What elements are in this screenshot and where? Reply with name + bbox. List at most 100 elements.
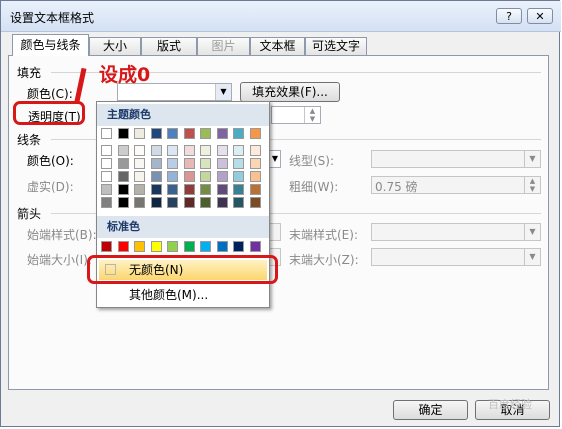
help-button[interactable]: ? xyxy=(496,8,522,24)
theme-color-swatch[interactable] xyxy=(216,184,228,195)
theme-color-swatch[interactable] xyxy=(167,128,178,139)
theme-color-swatch[interactable] xyxy=(150,158,162,169)
theme-color-swatch[interactable] xyxy=(200,184,211,195)
theme-color-swatch[interactable] xyxy=(117,158,129,169)
tab-colors-lines[interactable]: 颜色与线条 xyxy=(12,34,89,56)
theme-color-swatch[interactable] xyxy=(134,197,145,208)
theme-color-swatch[interactable] xyxy=(183,197,195,208)
theme-color-swatch[interactable] xyxy=(249,128,261,139)
theme-color-swatch[interactable] xyxy=(117,197,129,208)
theme-color-swatch[interactable] xyxy=(200,158,211,169)
theme-color-swatch[interactable] xyxy=(117,128,129,139)
theme-color-swatch[interactable] xyxy=(183,145,195,156)
theme-color-swatch[interactable] xyxy=(117,145,129,156)
theme-color-swatch[interactable] xyxy=(233,171,244,182)
theme-color-swatch[interactable] xyxy=(134,128,145,139)
theme-color-swatch[interactable] xyxy=(167,197,178,208)
line-color-dropdown-icon[interactable]: ▼ xyxy=(270,151,280,167)
theme-colors-header: 主题颜色 xyxy=(97,104,269,126)
standard-color-swatch[interactable] xyxy=(200,241,211,252)
theme-color-swatch[interactable] xyxy=(249,145,261,156)
fill-effects-button[interactable]: 填充效果(F)... xyxy=(240,82,340,102)
theme-color-swatch[interactable] xyxy=(167,158,178,169)
theme-color-swatch[interactable] xyxy=(167,145,178,156)
theme-color-swatch[interactable] xyxy=(200,128,211,139)
theme-color-swatch[interactable] xyxy=(134,171,145,182)
theme-color-swatch[interactable] xyxy=(216,158,228,169)
tab-layout[interactable]: 版式 xyxy=(141,37,197,55)
theme-color-swatch[interactable] xyxy=(249,158,261,169)
more-colors-label: 其他颜色(M)... xyxy=(129,288,209,302)
standard-color-swatch[interactable] xyxy=(150,241,162,252)
theme-color-swatch[interactable] xyxy=(200,171,211,182)
theme-color-swatch[interactable] xyxy=(233,197,244,208)
theme-color-swatch[interactable] xyxy=(183,158,195,169)
theme-color-swatch[interactable] xyxy=(101,171,112,182)
transparency-spin-icon[interactable]: ▲ ▼ xyxy=(304,107,320,123)
theme-color-swatch[interactable] xyxy=(249,197,261,208)
theme-color-swatch[interactable] xyxy=(249,171,261,182)
transparency-field[interactable]: ▲ ▼ xyxy=(271,106,321,124)
theme-color-swatch[interactable] xyxy=(101,145,112,156)
theme-color-swatch[interactable] xyxy=(216,128,228,139)
theme-color-swatch[interactable] xyxy=(233,128,244,139)
standard-color-swatch[interactable] xyxy=(216,241,228,252)
theme-color-swatch[interactable] xyxy=(150,128,162,139)
standard-color-swatch[interactable] xyxy=(167,241,178,252)
end-size-dropdown-icon: ▼ xyxy=(524,249,540,265)
standard-color-swatch[interactable] xyxy=(134,241,145,252)
theme-color-swatch[interactable] xyxy=(134,184,145,195)
theme-color-swatch[interactable] xyxy=(101,184,112,195)
standard-color-swatch[interactable] xyxy=(101,241,112,252)
theme-color-swatch[interactable] xyxy=(216,197,228,208)
theme-color-swatch[interactable] xyxy=(216,171,228,182)
theme-color-swatch[interactable] xyxy=(134,158,145,169)
watermark-text: 百度经验 xyxy=(488,398,532,411)
begin-size-label: 始端大小(I): xyxy=(27,253,92,267)
theme-color-swatch[interactable] xyxy=(117,184,129,195)
theme-color-swatch[interactable] xyxy=(101,158,112,169)
close-button[interactable]: ✕ xyxy=(527,8,553,24)
theme-color-swatch[interactable] xyxy=(200,197,211,208)
standard-color-swatch[interactable] xyxy=(117,241,129,252)
line-style-dropdown-icon: ▼ xyxy=(524,151,540,167)
annotation-text: 设成0 xyxy=(99,64,151,86)
theme-color-swatch[interactable] xyxy=(150,171,162,182)
tab-textbox[interactable]: 文本框 xyxy=(250,37,305,55)
theme-color-swatch[interactable] xyxy=(134,145,145,156)
theme-color-swatch[interactable] xyxy=(200,145,211,156)
standard-color-swatch[interactable] xyxy=(233,241,244,252)
theme-color-swatch[interactable] xyxy=(249,184,261,195)
ok-button[interactable]: 确定 xyxy=(393,400,468,420)
line-dash-label: 虚实(D): xyxy=(27,180,74,194)
theme-color-swatch[interactable] xyxy=(233,158,244,169)
theme-color-swatch[interactable] xyxy=(167,171,178,182)
line-style-combo: ▼ xyxy=(371,150,541,168)
theme-color-swatch[interactable] xyxy=(216,145,228,156)
theme-color-swatch[interactable] xyxy=(233,184,244,195)
format-textbox-dialog: 设置文本框格式 ? ✕ 颜色与线条 大小 版式 图片 文本框 可选文字 填充 颜… xyxy=(0,0,561,427)
theme-color-swatch[interactable] xyxy=(117,171,129,182)
end-style-combo: ▼ xyxy=(371,223,541,241)
theme-color-swatch[interactable] xyxy=(233,145,244,156)
standard-color-swatch[interactable] xyxy=(249,241,261,252)
theme-color-swatch[interactable] xyxy=(150,197,162,208)
fill-color-dropdown-icon[interactable]: ▼ xyxy=(215,84,231,100)
theme-color-swatch[interactable] xyxy=(150,145,162,156)
theme-color-swatch[interactable] xyxy=(183,128,195,139)
theme-color-swatch[interactable] xyxy=(183,184,195,195)
title-bar: 设置文本框格式 ? ✕ xyxy=(1,1,561,32)
theme-color-swatch[interactable] xyxy=(101,197,112,208)
line-color-label: 颜色(O): xyxy=(27,154,74,168)
more-colors-item[interactable]: 其他颜色(M)... xyxy=(99,285,267,305)
theme-color-swatch[interactable] xyxy=(150,184,162,195)
standard-color-swatch[interactable] xyxy=(183,241,195,252)
theme-color-swatch[interactable] xyxy=(167,184,178,195)
tab-size[interactable]: 大小 xyxy=(89,37,141,55)
begin-style-label: 始端样式(B): xyxy=(27,228,97,242)
tab-alt-text[interactable]: 可选文字 xyxy=(305,37,367,55)
theme-color-swatch[interactable] xyxy=(101,128,112,139)
line-color-combo[interactable]: ▼ xyxy=(269,150,281,168)
theme-color-swatch[interactable] xyxy=(183,171,195,182)
line-weight-field: 0.75 磅 ▲ ▼ xyxy=(371,176,541,194)
